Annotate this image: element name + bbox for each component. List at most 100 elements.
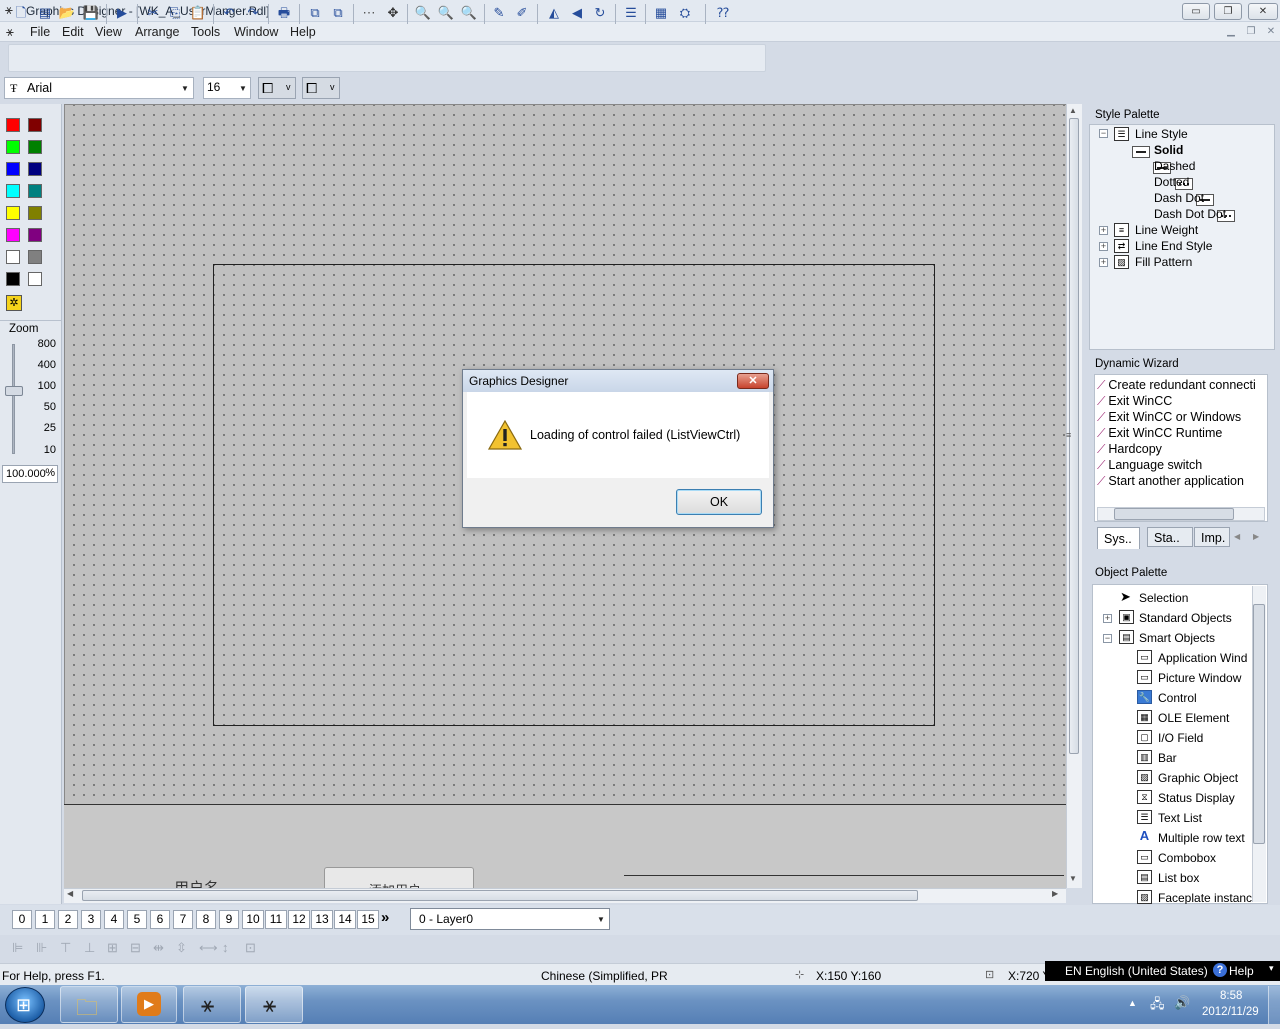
center-horizontal-icon[interactable]: ⊞	[107, 940, 118, 956]
splitter-grip-icon[interactable]: ≡	[1066, 430, 1071, 440]
expand-icon[interactable]: +	[1103, 614, 1112, 623]
zoom-out-icon[interactable]: 🔍	[437, 4, 455, 22]
tab-system[interactable]: Sys..	[1097, 527, 1140, 549]
more-layers-icon[interactable]: »	[381, 909, 389, 926]
mdi-restore-icon[interactable]: ❐	[1244, 25, 1258, 38]
zoom-in-icon[interactable]: 🔍	[414, 4, 432, 22]
center-vertical-icon[interactable]: ⊟	[130, 940, 141, 956]
tree-line-weight[interactable]: Line Weight	[1135, 223, 1198, 237]
wizard-item[interactable]: ⟋ Exit WinCC or Windows	[1097, 409, 1267, 425]
tree-fill-pattern[interactable]: Fill Pattern	[1135, 255, 1192, 269]
wizard-item[interactable]: ⟋ Start another application	[1097, 473, 1267, 489]
add-user-button-fragment[interactable]: 添加用户	[324, 867, 474, 889]
restore-button[interactable]: ❐	[1214, 3, 1242, 20]
scroll-left-icon[interactable]: ◀	[67, 889, 73, 898]
rotate-icon[interactable]: ↻	[591, 4, 609, 22]
start-button[interactable]: ⊞	[5, 987, 45, 1023]
color-swatch[interactable]	[6, 272, 20, 286]
clock-time[interactable]: 8:58	[1220, 990, 1242, 1002]
undo-icon[interactable]: ↶	[220, 4, 238, 22]
style-dotted[interactable]: Dotted	[1154, 175, 1189, 189]
copy-properties-icon[interactable]: ✎	[490, 4, 508, 22]
zoom-slider-thumb[interactable]	[5, 386, 23, 396]
copy-icon[interactable]: ⎘	[166, 4, 184, 22]
space-vertical-icon[interactable]: ⇳	[176, 940, 187, 956]
wizard-scroll-thumb[interactable]	[1114, 508, 1234, 520]
style-dash-dot[interactable]: Dash Dot	[1154, 191, 1204, 205]
dialog-close-button[interactable]: ✕	[737, 373, 769, 389]
style-solid[interactable]: Solid	[1154, 143, 1183, 157]
taskbar-wincc-explorer[interactable]: ⚹	[183, 986, 241, 1023]
zoom-level-25[interactable]: 25	[34, 422, 56, 434]
wizard-item[interactable]: ⟋ Create redundant connecti	[1097, 377, 1267, 393]
scroll-down-icon[interactable]: ▼	[1069, 874, 1077, 883]
show-hidden-icons[interactable]: ▲	[1128, 998, 1137, 1008]
align-left-icon[interactable]: ⊫	[12, 940, 23, 956]
same-size-icon[interactable]: ⊡	[245, 940, 256, 956]
input-language[interactable]: EN English (United States)	[1065, 964, 1208, 978]
layer-button[interactable]: 4	[104, 910, 124, 929]
save-icon[interactable]: 💾	[82, 4, 100, 22]
scroll-up-icon[interactable]: ▲	[1069, 106, 1077, 115]
bring-to-front-icon[interactable]: ⧉	[306, 4, 324, 22]
align-right-icon[interactable]: ⊪	[36, 940, 47, 956]
style-dashed[interactable]: Dashed	[1154, 159, 1195, 173]
mdi-close-icon[interactable]: ✕	[1264, 25, 1278, 38]
wizard-item[interactable]: ⟋ Exit WinCC	[1097, 393, 1267, 409]
text-color-button[interactable]: ⧠ v	[258, 77, 296, 99]
tab-standard[interactable]: Sta..	[1147, 527, 1193, 547]
ok-button[interactable]: OK	[676, 489, 762, 515]
color-swatch[interactable]	[28, 140, 42, 154]
menu-file[interactable]: File	[30, 25, 50, 39]
color-swatch[interactable]	[6, 228, 20, 242]
langbar-options-icon[interactable]: ▾	[1269, 963, 1274, 974]
color-swatch[interactable]	[28, 184, 42, 198]
zoom-level-400[interactable]: 400	[34, 359, 56, 371]
expand-icon[interactable]: +	[1099, 226, 1108, 235]
collapse-icon[interactable]: −	[1103, 634, 1112, 643]
zoom-level-50[interactable]: 50	[34, 401, 56, 413]
layer-button[interactable]: 10	[242, 910, 264, 929]
color-swatch[interactable]	[6, 162, 20, 176]
layers-icon[interactable]: ☰	[622, 4, 640, 22]
assign-properties-icon[interactable]: ✐	[513, 4, 531, 22]
collapse-icon[interactable]: −	[1099, 129, 1108, 138]
tree-line-end-style[interactable]: Line End Style	[1135, 239, 1212, 253]
object-selection[interactable]: Selection	[1139, 591, 1188, 605]
color-swatch[interactable]	[6, 206, 20, 220]
zoom-fit-icon[interactable]: 🔍	[460, 4, 478, 22]
same-width-icon[interactable]: ⟷	[199, 940, 218, 956]
layer-select[interactable]: 0 - Layer0 ▼	[410, 908, 610, 930]
new-icon[interactable]: 🗋	[12, 4, 30, 22]
layer-button[interactable]: 11	[265, 910, 287, 929]
snap-to-grid-icon[interactable]: ✥	[384, 4, 402, 22]
menu-edit[interactable]: Edit	[62, 25, 84, 39]
menu-arrange[interactable]: Arrange	[135, 25, 179, 39]
layer-button[interactable]: 13	[311, 910, 333, 929]
show-desktop-button[interactable]	[1268, 986, 1280, 1024]
zoom-slider-track[interactable]	[12, 344, 15, 454]
mirror-horizontal-icon[interactable]: ◀	[568, 4, 586, 22]
layer-button[interactable]: 12	[288, 910, 310, 929]
color-swatch[interactable]	[28, 250, 42, 264]
custom-color-icon[interactable]: ✲	[6, 295, 22, 311]
color-swatch[interactable]	[28, 272, 42, 286]
object-palette-scroll-thumb[interactable]	[1253, 604, 1265, 844]
taskbar-explorer[interactable]: 🗀	[60, 986, 118, 1023]
same-height-icon[interactable]: ↕	[222, 940, 229, 955]
runtime-icon[interactable]: ▶	[113, 4, 131, 22]
layer-button[interactable]: 2	[58, 910, 78, 929]
font-name-select[interactable]: Ŧ Arial ▼	[4, 77, 194, 99]
color-swatch[interactable]	[6, 140, 20, 154]
layer-button[interactable]: 14	[334, 910, 356, 929]
tab-scroll-left-icon[interactable]: ◀	[1234, 532, 1240, 541]
grid-icon[interactable]: ⋯	[360, 4, 378, 22]
space-horizontal-icon[interactable]: ⇹	[153, 940, 164, 956]
zoom-percent-field[interactable]: 100.000%	[2, 465, 58, 483]
clock-date[interactable]: 2012/11/29	[1202, 1006, 1259, 1018]
layer-button[interactable]: 0	[12, 910, 32, 929]
print-icon[interactable]: 🖶	[275, 4, 293, 22]
align-bottom-icon[interactable]: ⊥	[84, 940, 95, 956]
tree-line-style[interactable]: Line Style	[1135, 127, 1188, 141]
help-icon[interactable]: ?	[1213, 963, 1227, 977]
